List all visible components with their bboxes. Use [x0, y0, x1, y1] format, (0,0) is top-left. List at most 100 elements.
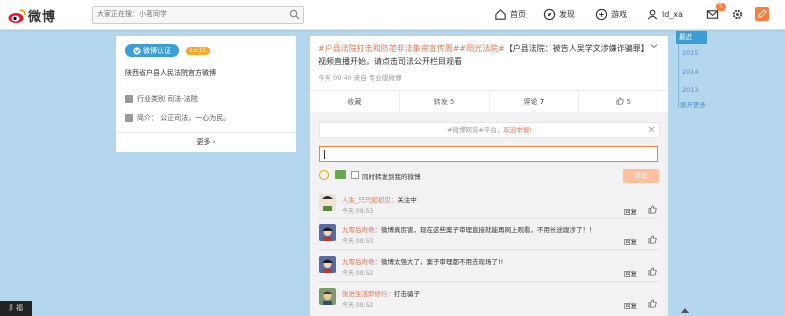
avatar[interactable] [319, 256, 336, 273]
thumbs-up-icon [616, 97, 624, 105]
timeline-current[interactable]: 最近 [676, 31, 707, 44]
verified-v-icon [133, 46, 141, 55]
forward-checkbox[interactable] [351, 171, 359, 179]
weibo-post-card: #户县法院打击和防范非法集资宣传周##阳光法院#【户县法院：被告人吴学文涉嫌诈骗… [310, 36, 668, 316]
comment-user[interactable]: 九零后奇奇： [342, 226, 381, 234]
user-icon [647, 9, 658, 20]
favorite-button[interactable]: 收藏 [310, 91, 400, 113]
divider [319, 281, 659, 282]
thumbs-up-icon[interactable] [648, 299, 657, 308]
comment-user[interactable]: 人生_只只如初见： [342, 196, 397, 204]
logo-text: 微博 [28, 10, 57, 25]
intro-row: 简介： 公正司法，一心为民。 [125, 113, 230, 123]
settings-button[interactable] [731, 8, 744, 21]
compass-icon [543, 8, 556, 21]
comment-text: 微博太强大了，案子审理都不用去现场了!! [381, 258, 504, 266]
nav-user[interactable]: ld_xa [646, 8, 683, 21]
more-link[interactable]: 更多 › [116, 137, 296, 147]
gamepad-icon [595, 8, 608, 21]
divider [319, 249, 659, 250]
comment-time: 今天 09:52 [342, 302, 374, 309]
comment-user[interactable]: 九零后奇奇： [342, 258, 381, 266]
comment-content: 人生_只只如初见：关注中 [342, 194, 417, 204]
industry-text: 行业类别 司法-法院 [137, 95, 198, 103]
comment-text: 打击骗子 [394, 290, 420, 298]
post-meta: 今天 09:40 来自 专业版微博 [318, 74, 402, 82]
message-count-badge: 5 [716, 3, 726, 11]
industry-row: 行业类别 司法-法院 [125, 94, 198, 104]
post-action-bar: 收藏 转发 5 评论 7 5 [310, 90, 668, 114]
timeline-year[interactable]: 2015 [682, 49, 699, 57]
nav-games-label: 游戏 [611, 10, 627, 19]
thumbs-up-icon[interactable] [648, 267, 657, 276]
post-hashtags[interactable]: #户县法院打击和防范非法集资宣传周##阳光法院# [318, 44, 505, 53]
like-count: 5 [626, 98, 631, 106]
comment-panel: #微博网谣#平台，欢迎举报! 同时转发到我的微博 评论 人生_只只如初见：关注中… [310, 112, 668, 316]
thumbs-up-icon[interactable] [648, 235, 657, 244]
verify-label: 微博认证 [143, 46, 171, 55]
comment-button[interactable]: 评论 7 [490, 91, 580, 114]
promo-text: #微博网谣#平台， [446, 126, 504, 134]
avatar[interactable] [319, 288, 336, 305]
forward-button[interactable]: 转发 5 [400, 91, 490, 113]
compose-button[interactable] [755, 7, 769, 21]
timeline-expand-link[interactable]: 展开更多 [680, 99, 706, 109]
comment-text: 微博真厉害，现在这些案子审理直接就能再网上观看，不用长途跋涉了！！ [381, 226, 596, 234]
timeline-year[interactable]: 2013 [682, 86, 699, 94]
comment-item: 张进生活即修行：打击骗子 今天 09:52 回复 [319, 288, 659, 316]
comment-text: 关注中 [397, 196, 417, 204]
comment-content: 张进生活即修行：打击骗子 [342, 288, 420, 298]
pencil-icon [758, 9, 767, 18]
gear-icon [732, 9, 743, 20]
nav-discover-label: 发现 [559, 10, 575, 19]
nav-games[interactable]: 游戏 [595, 8, 627, 21]
comment-time: 今天 09:53 [342, 238, 374, 245]
close-icon[interactable] [648, 126, 655, 133]
top-navigation-bar: 微博 首页 发现 游戏 ld_xa 5 [0, 0, 785, 30]
weibo-logo[interactable]: 微博 [8, 6, 56, 25]
profile-card: 微博认证 Lv.11 陕西省户县人民法院官方微博 行业类别 司法-法院 简介： … [116, 36, 296, 152]
comment-content: 九零后奇奇：微博真厉害，现在这些案子审理直接就能再网上观看，不用长途跋涉了！！ [342, 224, 596, 234]
intro-icon [125, 114, 133, 122]
reply-button[interactable]: 回复 [624, 206, 637, 216]
comment-item: 九零后奇奇：微博太强大了，案子审理都不用去现场了!! 今天 09:52 回复 [319, 256, 659, 284]
level-badge[interactable]: Lv.11 [186, 47, 210, 55]
image-icon[interactable] [335, 170, 346, 179]
divider [319, 218, 659, 219]
chevron-down-icon[interactable] [650, 42, 658, 50]
comment-item: 九零后奇奇：微博真厉害，现在这些案子审理直接就能再网上观看，不用长途跋涉了！！ … [319, 224, 659, 252]
comment-input[interactable] [319, 146, 658, 162]
reply-button[interactable]: 回复 [624, 236, 637, 246]
scroll-top-icon[interactable] [681, 308, 689, 313]
search-box[interactable] [92, 6, 304, 24]
comment-time: 今天 09:52 [342, 270, 374, 277]
corner-badge: 阝福 [0, 301, 32, 316]
nav-home[interactable]: 首页 [494, 8, 526, 21]
nav-discover[interactable]: 发现 [543, 8, 575, 21]
like-button[interactable]: 5 [579, 91, 668, 113]
timeline-line [678, 44, 679, 108]
comment-user[interactable]: 张进生活即修行： [342, 290, 394, 298]
submit-comment-button[interactable]: 评论 [623, 169, 659, 183]
reply-button[interactable]: 回复 [624, 268, 637, 278]
timeline-year[interactable]: 2014 [682, 68, 699, 76]
thumbs-up-icon[interactable] [648, 205, 657, 214]
report-link[interactable]: 欢迎举报! [503, 126, 532, 134]
reply-button[interactable]: 回复 [624, 300, 637, 310]
search-input[interactable] [93, 7, 291, 21]
verify-badge-button[interactable]: 微博认证 [125, 44, 179, 57]
rumor-report-banner: #微博网谣#平台，欢迎举报! [319, 122, 660, 138]
search-icon[interactable] [289, 9, 300, 20]
forward-checkbox-label: 同时转发到我的微博 [362, 173, 421, 181]
org-name: 陕西省户县人民法院官方微博 [125, 69, 216, 77]
nav-user-label: ld_xa [662, 10, 683, 19]
emoji-icon[interactable] [319, 170, 329, 180]
comment-count-label: 评论 7 [523, 98, 545, 106]
home-icon [495, 9, 506, 20]
briefcase-icon [125, 95, 133, 103]
comment-time: 今天 09:53 [342, 208, 374, 215]
comment-content: 九零后奇奇：微博太强大了，案子审理都不用去现场了!! [342, 256, 503, 266]
avatar[interactable] [319, 194, 336, 211]
post-text: #户县法院打击和防范非法集资宣传周##阳光法院#【户县法院：被告人吴学文涉嫌诈骗… [318, 42, 653, 68]
avatar[interactable] [319, 224, 336, 241]
